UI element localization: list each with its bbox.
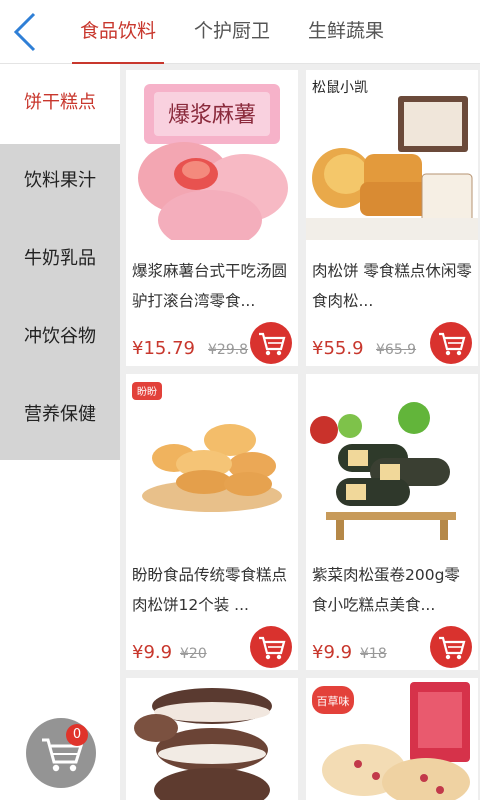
product-card[interactable]: 松鼠小凯 肉松饼 零食糕点休闲零食肉松... ¥55.9 ¥65.9 [306,70,478,366]
product-card[interactable]: 紫菜肉松蛋卷200g零食小吃糕点美食... ¥9.9 ¥18 [306,374,478,670]
chevron-left-icon [13,12,36,52]
product-grid: 爆浆麻薯 爆浆麻薯台式干吃汤圆驴打滚台湾零食... ¥15.79 ¥29.8 松… [120,64,480,800]
cart-count-badge: 0 [66,724,88,746]
sidebar-item-nutrition-health[interactable]: 营养保健 [0,376,120,454]
brand-logo-text: 百草味 [317,695,350,708]
product-card[interactable] [126,678,298,800]
product-card[interactable]: 爆浆麻薯 爆浆麻薯台式干吃汤圆驴打滚台湾零食... ¥15.79 ¥29.8 [126,70,298,366]
product-original-price: ¥29.8 [208,342,249,358]
product-image: 盼盼 [126,374,298,544]
shopping-cart-icon [439,636,466,660]
shopping-cart-icon [259,332,286,356]
add-to-cart-button[interactable] [430,322,472,364]
tab-food-drinks[interactable]: 食品饮料 [64,0,172,64]
tab-fresh-produce[interactable]: 生鲜蔬果 [292,0,400,64]
sidebar-item-milk-dairy[interactable]: 牛奶乳品 [0,220,120,298]
sidebar-item-drinks-juice[interactable]: 饮料果汁 [0,142,120,220]
top-bar: 食品饮料 个护厨卫 生鲜蔬果 [0,0,480,64]
sidebar-item-biscuits-cakes[interactable]: 饼干糕点 [0,64,120,142]
product-price: ¥15.79 [132,338,195,359]
product-title: 紫菜肉松蛋卷200g零食小吃糕点美食... [312,566,460,614]
brand-logo-text: 盼盼 [137,386,157,398]
category-tabs: 食品饮料 个护厨卫 生鲜蔬果 [64,0,406,64]
product-image: 松鼠小凯 [306,70,478,240]
product-price: ¥9.9 [312,642,353,663]
product-title: 爆浆麻薯台式干吃汤圆驴打滚台湾零食... [132,262,288,310]
back-button[interactable] [6,8,46,56]
shopping-cart-icon [439,332,466,356]
product-card[interactable]: 百草味 [306,678,478,800]
product-title: 盼盼食品传统零食糕点肉松饼12个装 ... [132,566,288,614]
brand-logo-text: 松鼠小凯 [312,80,368,96]
product-title: 肉松饼 零食糕点休闲零食肉松... [312,262,472,310]
product-original-price: ¥20 [180,646,207,662]
product-image: 爆浆麻薯 [126,70,298,240]
category-sidebar: 饼干糕点 饮料果汁 牛奶乳品 冲饮谷物 营养保健 [0,64,120,800]
product-image [306,374,478,544]
product-price: ¥55.9 [312,338,364,359]
product-price: ¥9.9 [132,642,173,663]
product-original-price: ¥65.9 [376,342,417,358]
add-to-cart-button[interactable] [250,626,292,668]
tab-personal-care[interactable]: 个护厨卫 [178,0,286,64]
product-original-price: ¥18 [360,646,387,662]
shopping-cart-icon [259,636,286,660]
product-image [126,678,298,800]
product-card[interactable]: 盼盼 盼盼食品传统零食糕点肉松饼12个装 ... ¥9.9 ¥20 [126,374,298,670]
package-brand-text: 爆浆麻薯 [168,103,256,128]
add-to-cart-button[interactable] [430,626,472,668]
product-image: 百草味 [306,678,478,800]
add-to-cart-button[interactable] [250,322,292,364]
sidebar-item-cereal-drinks[interactable]: 冲饮谷物 [0,298,120,376]
